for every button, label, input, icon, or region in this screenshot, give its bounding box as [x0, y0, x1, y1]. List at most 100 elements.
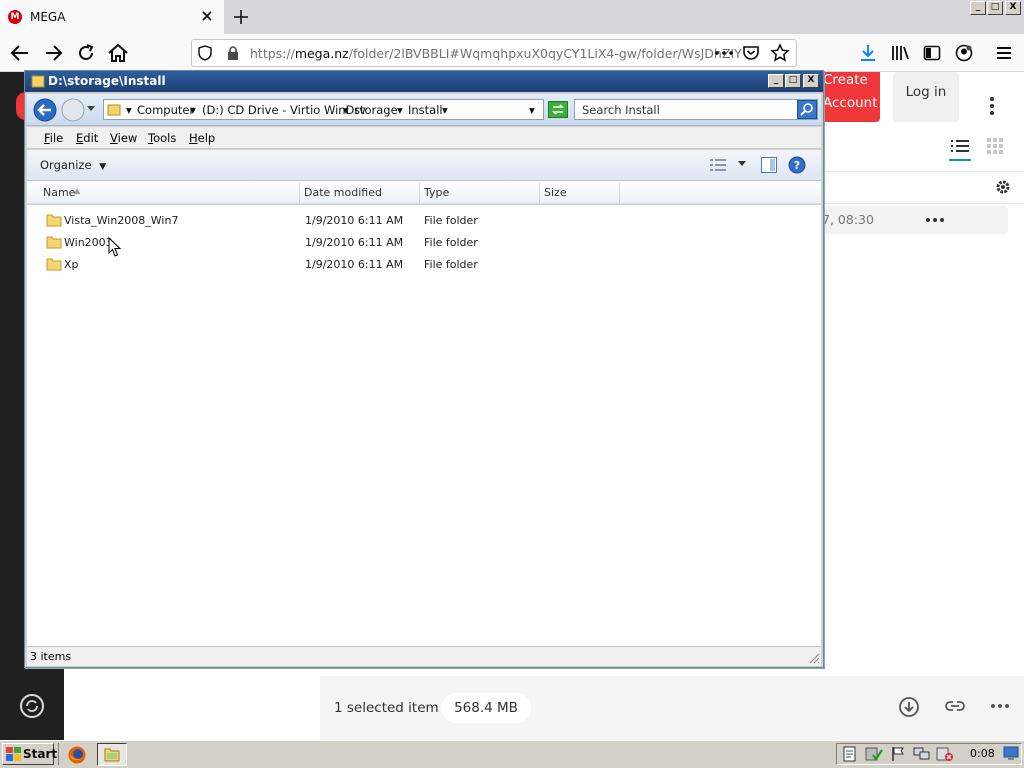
breadcrumb-chevron-icon[interactable]: ▾: [397, 103, 403, 117]
breadcrumb-computer[interactable]: Computer: [137, 103, 194, 117]
title-folder-icon: [31, 74, 45, 88]
menu-help[interactable]: Help: [189, 131, 215, 145]
mega-bottom-left-panel: [64, 676, 320, 740]
tray-security-icon[interactable]: [865, 746, 883, 762]
mega-header-divider: [824, 171, 1024, 172]
minimize-window-button[interactable]: _: [970, 1, 986, 15]
explorer-taskbar-button[interactable]: [97, 743, 127, 766]
column-separator[interactable]: [419, 183, 420, 203]
list-item[interactable]: Xp 1/9/2010 6:11 AM File folder: [40, 255, 810, 275]
close-window-button[interactable]: X: [1005, 1, 1021, 15]
maximize-window-button[interactable]: □: [987, 1, 1003, 15]
breadcrumb-chevron-icon[interactable]: ▾: [126, 103, 132, 117]
sync-icon[interactable]: [18, 692, 46, 720]
file-type: File folder: [424, 236, 478, 249]
column-type[interactable]: Type: [424, 186, 449, 199]
menu-file[interactable]: File: [44, 131, 63, 145]
hamburger-menu-icon[interactable]: [996, 45, 1012, 61]
refresh-icon[interactable]: [548, 101, 568, 118]
file-name: Vista_Win2008_Win7: [64, 214, 179, 227]
tray-network-icon[interactable]: [913, 746, 931, 762]
search-icon[interactable]: [797, 100, 817, 119]
column-size[interactable]: Size: [544, 186, 567, 199]
tray-document-icon[interactable]: [842, 746, 858, 762]
list-item[interactable]: Vista_Win2008_Win7 1/9/2010 6:11 AM File…: [40, 211, 810, 231]
list-view-icon[interactable]: [949, 138, 971, 162]
breadcrumb-chevron-icon[interactable]: ▾: [190, 103, 196, 117]
column-separator[interactable]: [619, 183, 620, 203]
explorer-close-button[interactable]: X: [803, 74, 819, 88]
browser-tab-mega[interactable]: M MEGA: [0, 0, 224, 34]
row-more-options-icon[interactable]: [926, 218, 944, 222]
grid-view-icon[interactable]: [987, 138, 1003, 154]
mega-header-divider-2: [824, 203, 1024, 204]
tray-flag-icon[interactable]: [890, 746, 906, 762]
organize-button[interactable]: Organize ▼: [40, 158, 106, 172]
mega-row-date: 7, 08:30: [822, 212, 874, 227]
resize-grip-icon[interactable]: [808, 652, 820, 664]
file-type: File folder: [424, 214, 478, 227]
list-item[interactable]: Win2003 1/9/2010 6:11 AM File folder: [40, 233, 810, 253]
sidebar-icon[interactable]: [923, 44, 941, 62]
breadcrumb-chevron-icon[interactable]: ▾: [343, 103, 349, 117]
breadcrumb-chevron-icon[interactable]: ▾: [442, 103, 448, 117]
show-desktop-icon[interactable]: [1003, 746, 1019, 761]
column-separator[interactable]: [299, 183, 300, 203]
tray-volume-muted-icon[interactable]: [936, 746, 954, 762]
more-options-icon[interactable]: [985, 96, 999, 116]
library-icon[interactable]: [891, 44, 911, 62]
mouse-cursor-icon: [108, 237, 121, 258]
pocket-icon[interactable]: [742, 44, 760, 62]
explorer-maximize-button[interactable]: □: [785, 74, 801, 88]
menu-edit[interactable]: Edit: [76, 131, 98, 145]
search-placeholder: Search Install: [582, 103, 660, 117]
download-icon[interactable]: [898, 696, 920, 718]
explorer-minimize-button[interactable]: _: [768, 74, 784, 88]
breadcrumb-cd-drive[interactable]: (D:) CD Drive - Virtio WinDrv: [202, 103, 366, 117]
selection-more-icon[interactable]: [991, 704, 1009, 708]
column-separator[interactable]: [539, 183, 540, 203]
account-icon[interactable]: [955, 44, 973, 62]
tracking-shield-icon[interactable]: [198, 45, 212, 61]
file-name: Win2003: [64, 236, 113, 249]
folder-taskbar-icon: [104, 748, 120, 762]
home-icon[interactable]: [106, 42, 130, 64]
forward-arrow-icon[interactable]: [42, 42, 66, 64]
column-name[interactable]: Name: [43, 186, 75, 199]
address-dropdown-icon[interactable]: ▾: [529, 103, 535, 117]
lock-icon[interactable]: [227, 45, 239, 61]
menu-view[interactable]: View: [110, 131, 137, 145]
taskbar-clock[interactable]: 0:08: [970, 747, 995, 760]
firefox-taskbar-icon[interactable]: [67, 745, 87, 765]
explorer-back-icon[interactable]: [33, 98, 57, 122]
explorer-title: D:\storage\Install: [48, 74, 166, 88]
folder-icon: [46, 235, 62, 249]
explorer-command-bar: [27, 150, 821, 181]
start-button[interactable]: Start: [2, 743, 57, 765]
reload-icon[interactable]: [74, 42, 98, 64]
mega-favicon-icon: M: [8, 10, 22, 24]
selected-item-count: 1 selected item: [334, 700, 439, 716]
downloads-icon[interactable]: [859, 43, 877, 63]
new-tab-plus-icon[interactable]: [232, 8, 250, 26]
recent-pages-chevron-icon[interactable]: [87, 106, 95, 111]
preview-pane-icon[interactable]: [761, 157, 777, 173]
menu-tools[interactable]: Tools: [148, 131, 176, 145]
back-arrow-icon[interactable]: [8, 42, 32, 64]
link-icon[interactable]: [944, 698, 966, 714]
bookmark-star-icon[interactable]: [770, 43, 790, 63]
change-view-icon[interactable]: [709, 158, 727, 172]
login-button[interactable]: Log in: [893, 72, 959, 122]
help-icon[interactable]: ?: [788, 156, 806, 174]
column-date-modified[interactable]: Date modified: [304, 186, 382, 199]
view-options-chevron-icon[interactable]: [738, 161, 746, 166]
page-actions-ellipsis-icon[interactable]: [715, 51, 733, 55]
close-tab-icon[interactable]: [200, 9, 214, 23]
url-text[interactable]: https://mega.nz/folder/2lBVBBLI#Wqmqhpxu…: [250, 46, 742, 61]
breadcrumb-storage[interactable]: storage: [354, 103, 398, 117]
breadcrumb-install[interactable]: Install: [408, 103, 443, 117]
settings-gear-icon[interactable]: [995, 179, 1011, 195]
explorer-status-bar: [27, 646, 821, 666]
file-type: File folder: [424, 258, 478, 271]
explorer-forward-icon[interactable]: [61, 98, 85, 122]
